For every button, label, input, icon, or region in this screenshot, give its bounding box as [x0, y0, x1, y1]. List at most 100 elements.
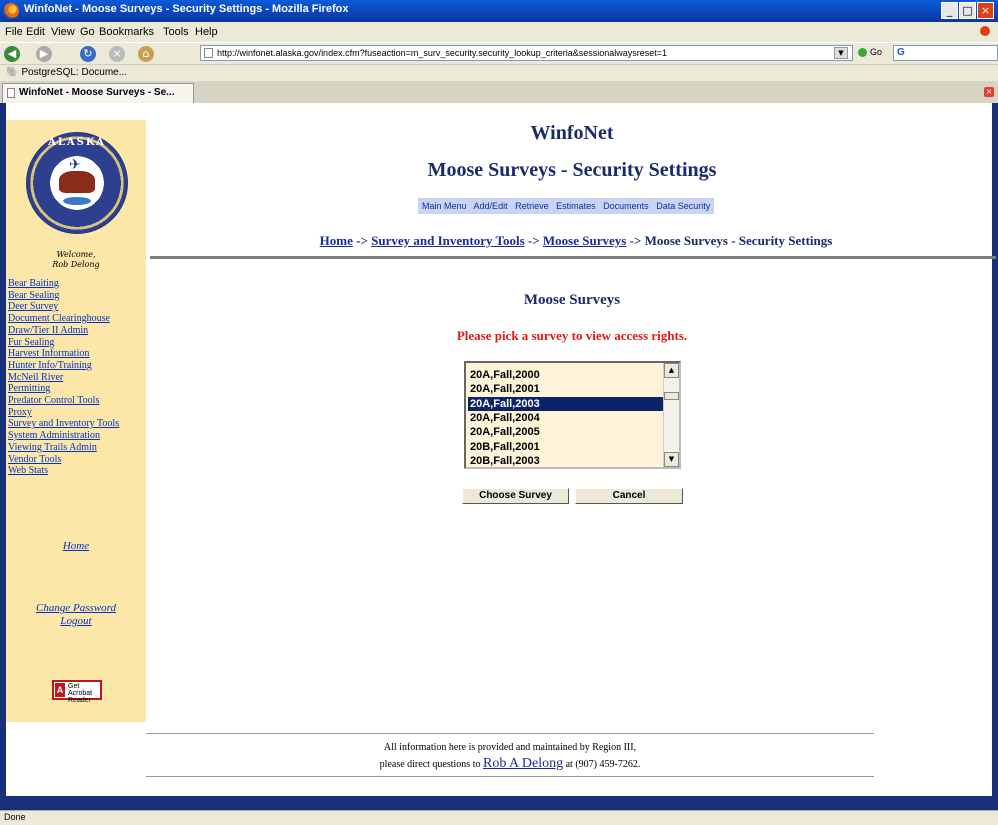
sidebar-link-mcneil-river[interactable]: McNeil River — [8, 372, 146, 384]
survey-option[interactable]: 20A,Fall,2005 — [468, 425, 664, 439]
top-nav: Main Menu Add/Edit Retrieve Estimates Do… — [418, 198, 715, 214]
reload-icon[interactable]: ↻ — [80, 46, 96, 62]
nav-documents[interactable]: Documents — [603, 201, 649, 211]
address-url: http://winfonet.alaska.gov/index.cfm?fus… — [217, 48, 668, 58]
bookmark-postgresql[interactable]: 🐘 PostgreSQL: Docume... — [6, 67, 127, 78]
sidebar-links: Bear Baiting Bear Sealing Deer Survey Do… — [8, 278, 146, 477]
stop-icon[interactable]: × — [109, 46, 125, 62]
site-title: WinfoNet — [530, 122, 614, 144]
acrobat-reader-badge[interactable]: A Get Acrobat Reader — [52, 680, 102, 704]
survey-option[interactable]: 20A,Fall,2004 — [468, 411, 664, 425]
breadcrumb-current: Moose Surveys - Security Settings — [644, 233, 833, 248]
tab-winfonet[interactable]: WinfoNet - Moose Surveys - Se... — [2, 83, 194, 103]
back-icon[interactable]: ◀ — [4, 46, 20, 62]
scroll-thumb[interactable] — [664, 392, 679, 400]
navigation-toolbar: ◀ ▶ ↻ × ⌂ http://winfonet.alaska.gov/ind… — [0, 42, 998, 65]
menu-go[interactable]: Go — [80, 26, 95, 38]
nav-retrieve[interactable]: Retrieve — [515, 201, 549, 211]
sidebar-link-proxy[interactable]: Proxy — [8, 407, 146, 419]
menu-edit[interactable]: Edit — [26, 26, 45, 38]
menu-bar: File Edit View Go Bookmarks Tools Help — [0, 22, 998, 42]
survey-listbox[interactable]: 20A,Fall,2000 20A,Fall,2001 20A,Fall,200… — [464, 361, 681, 469]
nav-estimates[interactable]: Estimates — [556, 201, 596, 211]
address-dropdown-icon[interactable]: ▼ — [834, 47, 848, 59]
cancel-button[interactable]: Cancel — [575, 488, 683, 504]
breadcrumb-home[interactable]: Home — [320, 233, 353, 248]
survey-option-selected[interactable]: 20A,Fall,2003 — [468, 397, 664, 411]
adobe-icon: A — [55, 683, 65, 697]
status-bar: Done — [0, 810, 998, 825]
breadcrumb-moose-surveys[interactable]: Moose Surveys — [543, 233, 626, 248]
firefox-icon — [3, 3, 19, 19]
menu-tools[interactable]: Tools — [163, 26, 189, 38]
instruction-text: Please pick a survey to view access righ… — [456, 328, 688, 343]
menu-file[interactable]: File — [5, 26, 23, 38]
sidebar-link-deer-survey[interactable]: Deer Survey — [8, 301, 146, 313]
window-title: WinfoNet - Moose Surveys - Security Sett… — [24, 3, 349, 15]
sidebar-link-viewing-trails-admin[interactable]: Viewing Trails Admin — [8, 442, 146, 454]
account-links: Change Password Logout — [6, 602, 146, 628]
survey-option[interactable]: 20B,Fall,2003 — [468, 454, 664, 467]
choose-survey-button[interactable]: Choose Survey — [462, 488, 569, 504]
sidebar-link-bear-sealing[interactable]: Bear Sealing — [8, 290, 146, 302]
menu-view[interactable]: View — [51, 26, 75, 38]
home-icon[interactable]: ⌂ — [138, 46, 154, 62]
breadcrumb-survey-tools[interactable]: Survey and Inventory Tools — [371, 233, 525, 248]
sidebar-link-draw-tier-ii-admin[interactable]: Draw/Tier II Admin — [8, 325, 146, 337]
page-bottom-border — [0, 796, 998, 810]
welcome-text: Welcome, Rob Delong — [52, 250, 100, 269]
search-input[interactable]: G — [893, 45, 998, 61]
sidebar: ALASKA ✈ Welcome, Rob Delong Bear Baitin… — [6, 120, 146, 722]
sidebar-link-fur-sealing[interactable]: Fur Sealing — [8, 337, 146, 349]
google-search-icon: G — [897, 47, 905, 58]
sidebar-link-harvest-information[interactable]: Harvest Information — [8, 348, 146, 360]
tab-bar: WinfoNet - Moose Surveys - Se... × — [0, 81, 998, 104]
sidebar-link-predator-control-tools[interactable]: Predator Control Tools — [8, 395, 146, 407]
footer: All information here is provided and mai… — [146, 740, 874, 773]
sidebar-link-survey-inventory-tools[interactable]: Survey and Inventory Tools — [8, 418, 146, 430]
go-button[interactable]: Go — [858, 47, 882, 58]
logout-link[interactable]: Logout — [6, 615, 146, 628]
menu-bookmarks[interactable]: Bookmarks — [99, 26, 154, 38]
sidebar-link-document-clearinghouse[interactable]: Document Clearinghouse — [8, 313, 146, 325]
sidebar-link-system-administration[interactable]: System Administration — [8, 430, 146, 442]
sidebar-link-bear-baiting[interactable]: Bear Baiting — [8, 278, 146, 290]
section-title: Moose Surveys — [523, 292, 621, 308]
minimize-button[interactable]: _ — [941, 2, 958, 19]
close-tab-icon[interactable]: × — [984, 87, 994, 97]
change-password-link[interactable]: Change Password — [6, 602, 146, 615]
scroll-down-icon[interactable]: ▼ — [664, 452, 679, 467]
page-title: Moose Surveys - Security Settings — [427, 159, 717, 181]
nav-main-menu[interactable]: Main Menu — [422, 201, 467, 211]
footer-line2: please direct questions to Rob A Delong … — [379, 756, 641, 771]
survey-option[interactable]: 20B,Fall,2001 — [468, 440, 664, 454]
sidebar-link-vendor-tools[interactable]: Vendor Tools — [8, 454, 146, 466]
forward-icon[interactable]: ▶ — [36, 46, 52, 62]
close-window-button[interactable]: × — [977, 2, 994, 19]
address-bar[interactable]: http://winfonet.alaska.gov/index.cfm?fus… — [200, 45, 853, 61]
go-icon — [858, 48, 867, 58]
sidebar-link-web-stats[interactable]: Web Stats — [8, 465, 146, 477]
acrobat-text: Get Acrobat Reader — [68, 683, 93, 704]
survey-option[interactable]: 20A,Fall,2001 — [468, 382, 664, 396]
footer-divider — [146, 776, 874, 777]
breadcrumb: Home -> Survey and Inventory Tools -> Mo… — [319, 233, 833, 248]
throbber-icon — [980, 26, 990, 36]
sidebar-link-permitting[interactable]: Permitting — [8, 383, 146, 395]
nav-add-edit[interactable]: Add/Edit — [474, 201, 508, 211]
fish-icon — [63, 197, 91, 205]
survey-option[interactable]: 20A,Fall,2000 — [468, 368, 664, 382]
maximize-button[interactable]: □ — [959, 2, 976, 19]
elephant-icon: 🐘 — [6, 67, 19, 78]
menu-help[interactable]: Help — [195, 26, 218, 38]
footer-line1: All information here is provided and mai… — [383, 742, 637, 753]
contact-link[interactable]: Rob A Delong — [483, 756, 563, 771]
sidebar-home-link[interactable]: Home — [6, 540, 146, 552]
page-icon — [204, 48, 213, 58]
status-text: Done — [4, 812, 26, 822]
scroll-up-icon[interactable]: ▲ — [664, 363, 679, 378]
nav-data-security[interactable]: Data Security — [656, 201, 710, 211]
listbox-scrollbar[interactable]: ▲ ▼ — [663, 363, 679, 467]
footer-divider — [146, 733, 874, 734]
sidebar-link-hunter-info-training[interactable]: Hunter Info/Training — [8, 360, 146, 372]
